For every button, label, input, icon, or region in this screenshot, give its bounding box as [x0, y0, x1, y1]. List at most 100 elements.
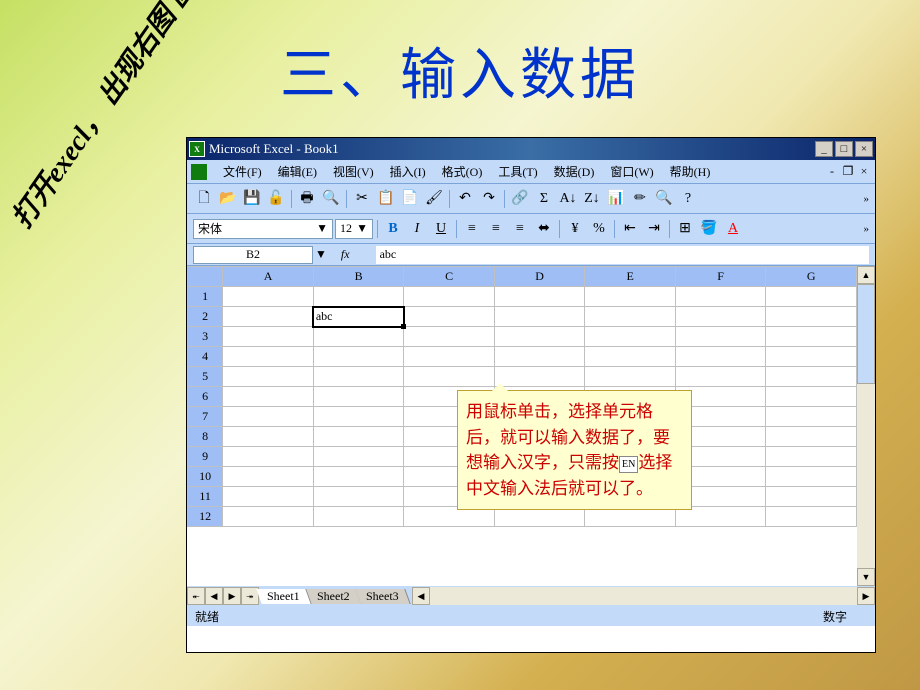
- cell-B1[interactable]: [313, 287, 404, 307]
- menu-edit[interactable]: 编辑(E): [270, 161, 325, 182]
- row-header-10[interactable]: 10: [188, 467, 223, 487]
- align-right-icon[interactable]: ≡: [509, 218, 531, 240]
- print-preview-icon[interactable]: 🔍: [320, 188, 342, 210]
- cell-D2[interactable]: [494, 307, 585, 327]
- underline-icon[interactable]: U: [430, 218, 452, 240]
- increase-indent-icon[interactable]: ⇥: [643, 218, 665, 240]
- row-header-5[interactable]: 5: [188, 367, 223, 387]
- col-header-F[interactable]: F: [675, 267, 766, 287]
- cell-D1[interactable]: [494, 287, 585, 307]
- sheet-first-icon[interactable]: ⯬: [187, 587, 205, 605]
- cell-C5[interactable]: [404, 367, 495, 387]
- cell-A1[interactable]: [223, 287, 314, 307]
- minimize-button[interactable]: _: [815, 141, 833, 157]
- permission-icon[interactable]: 🔓: [265, 188, 287, 210]
- maximize-button[interactable]: □: [835, 141, 853, 157]
- cell-E4[interactable]: [585, 347, 676, 367]
- row-header-1[interactable]: 1: [188, 287, 223, 307]
- font-name-select[interactable]: 宋体▼: [193, 219, 333, 239]
- scroll-down-icon[interactable]: ▼: [857, 568, 875, 586]
- font-size-select[interactable]: 12▼: [335, 219, 373, 239]
- fx-label[interactable]: fx: [327, 247, 376, 262]
- font-color-icon[interactable]: A: [722, 218, 744, 240]
- menu-file[interactable]: 文件(F): [215, 161, 270, 182]
- percent-icon[interactable]: %: [588, 218, 610, 240]
- paste-icon[interactable]: 📄: [399, 188, 421, 210]
- italic-icon[interactable]: I: [406, 218, 428, 240]
- row-header-6[interactable]: 6: [188, 387, 223, 407]
- cell-G12[interactable]: [766, 507, 857, 527]
- save-icon[interactable]: 💾: [241, 188, 263, 210]
- autosum-icon[interactable]: Σ: [533, 188, 555, 210]
- doc-close[interactable]: ×: [857, 165, 871, 179]
- fill-color-icon[interactable]: 🪣: [698, 218, 720, 240]
- cell-G9[interactable]: [766, 447, 857, 467]
- col-header-E[interactable]: E: [585, 267, 676, 287]
- cut-icon[interactable]: ✂: [351, 188, 373, 210]
- row-header-11[interactable]: 11: [188, 487, 223, 507]
- align-center-icon[interactable]: ≡: [485, 218, 507, 240]
- undo-icon[interactable]: ↶: [454, 188, 476, 210]
- row-header-7[interactable]: 7: [188, 407, 223, 427]
- sheet-prev-icon[interactable]: ◀: [205, 587, 223, 605]
- cell-B10[interactable]: [313, 467, 404, 487]
- cell-G6[interactable]: [766, 387, 857, 407]
- scroll-right-icon[interactable]: ▶: [857, 587, 875, 605]
- col-header-D[interactable]: D: [494, 267, 585, 287]
- format-more-icon[interactable]: »: [864, 223, 870, 235]
- cell-A11[interactable]: [223, 487, 314, 507]
- cell-B8[interactable]: [313, 427, 404, 447]
- col-header-G[interactable]: G: [766, 267, 857, 287]
- chart-icon[interactable]: 📊: [605, 188, 627, 210]
- menu-data[interactable]: 数据(D): [546, 161, 603, 182]
- cell-F4[interactable]: [675, 347, 766, 367]
- toolbar-more-icon[interactable]: »: [864, 193, 870, 205]
- cell-F3[interactable]: [675, 327, 766, 347]
- cell-A4[interactable]: [223, 347, 314, 367]
- cell-E1[interactable]: [585, 287, 676, 307]
- currency-icon[interactable]: ¥: [564, 218, 586, 240]
- cell-G7[interactable]: [766, 407, 857, 427]
- cell-G5[interactable]: [766, 367, 857, 387]
- menu-view[interactable]: 视图(V): [325, 161, 382, 182]
- formula-input[interactable]: abc: [376, 246, 869, 264]
- cell-G4[interactable]: [766, 347, 857, 367]
- bold-icon[interactable]: B: [382, 218, 404, 240]
- scroll-up-icon[interactable]: ▲: [857, 266, 875, 284]
- row-header-4[interactable]: 4: [188, 347, 223, 367]
- cell-G3[interactable]: [766, 327, 857, 347]
- cell-B3[interactable]: [313, 327, 404, 347]
- sort-asc-icon[interactable]: A↓: [557, 188, 579, 210]
- cell-B6[interactable]: [313, 387, 404, 407]
- menu-help[interactable]: 帮助(H): [662, 161, 719, 182]
- help-icon[interactable]: ?: [677, 188, 699, 210]
- cell-F5[interactable]: [675, 367, 766, 387]
- sheet-tab-2[interactable]: Sheet2: [306, 589, 361, 604]
- cell-G1[interactable]: [766, 287, 857, 307]
- menu-tools[interactable]: 工具(T): [490, 161, 545, 182]
- col-header-C[interactable]: C: [404, 267, 495, 287]
- format-painter-icon[interactable]: 🖌: [423, 188, 445, 210]
- align-left-icon[interactable]: ≡: [461, 218, 483, 240]
- sheet-next-icon[interactable]: ▶: [223, 587, 241, 605]
- cell-F1[interactable]: [675, 287, 766, 307]
- copy-icon[interactable]: 📋: [375, 188, 397, 210]
- cell-F2[interactable]: [675, 307, 766, 327]
- cell-G2[interactable]: [766, 307, 857, 327]
- close-button[interactable]: ×: [855, 141, 873, 157]
- decrease-indent-icon[interactable]: ⇤: [619, 218, 641, 240]
- menu-format[interactable]: 格式(O): [434, 161, 491, 182]
- row-header-8[interactable]: 8: [188, 427, 223, 447]
- open-icon[interactable]: 📂: [217, 188, 239, 210]
- row-header-12[interactable]: 12: [188, 507, 223, 527]
- cell-A5[interactable]: [223, 367, 314, 387]
- cell-A6[interactable]: [223, 387, 314, 407]
- cell-B4[interactable]: [313, 347, 404, 367]
- doc-restore[interactable]: ❐: [841, 165, 855, 179]
- col-header-B[interactable]: B: [313, 267, 404, 287]
- row-header-9[interactable]: 9: [188, 447, 223, 467]
- cell-A9[interactable]: [223, 447, 314, 467]
- redo-icon[interactable]: ↷: [478, 188, 500, 210]
- sheet-tab-1[interactable]: Sheet1: [256, 589, 311, 604]
- cell-E5[interactable]: [585, 367, 676, 387]
